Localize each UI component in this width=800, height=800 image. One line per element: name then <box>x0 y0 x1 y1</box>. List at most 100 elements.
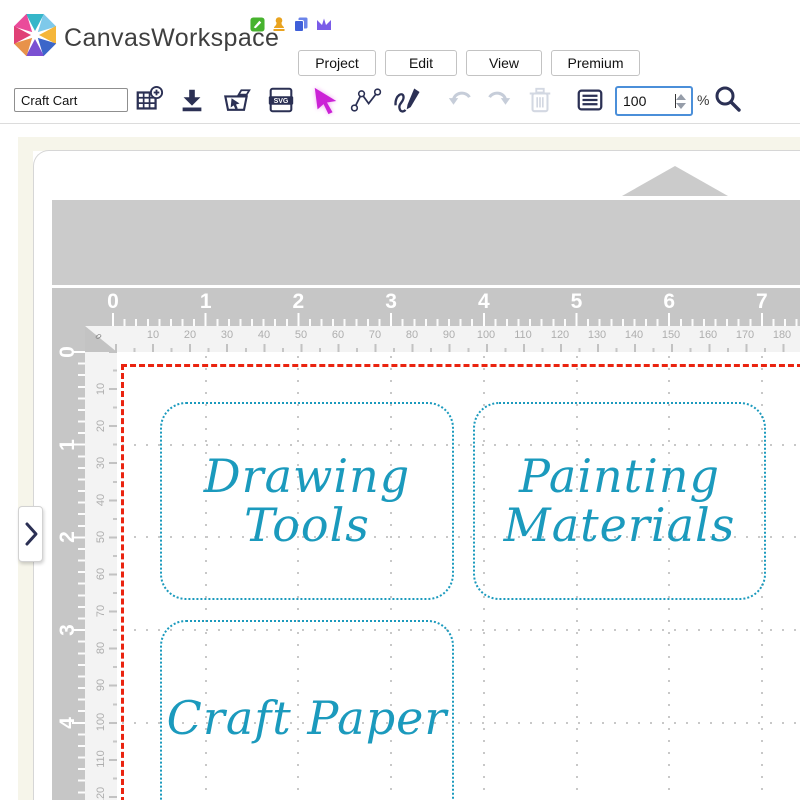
draw-path-button[interactable] <box>392 83 424 117</box>
v-ruler-mm-label: 70 <box>95 605 107 617</box>
h-ruler-mm-label: 80 <box>406 329 418 341</box>
h-ruler-mm-label: 60 <box>332 329 344 341</box>
h-ruler-mm-label: 170 <box>736 329 754 341</box>
stamp-badge-icon <box>271 16 287 32</box>
shape-label-card-painting-materials[interactable]: Painting Materials <box>473 402 766 600</box>
mat-direction-triangle-icon <box>622 166 728 196</box>
properties-list-icon <box>575 85 605 115</box>
h-ruler-mm-label: 160 <box>699 329 717 341</box>
zoom-search-button[interactable] <box>712 83 744 117</box>
shape-label-card-craft-paper[interactable]: Craft Paper <box>160 620 454 800</box>
v-ruler-inch-label: 0 <box>56 346 80 358</box>
tab-project[interactable]: Project <box>298 50 376 76</box>
h-ruler-inch-label: 3 <box>385 290 397 314</box>
mat-top-margin <box>52 200 800 285</box>
v-ruler-mm-label: 100 <box>95 713 107 731</box>
v-ruler-mm-label: 40 <box>95 494 107 506</box>
h-ruler-mm-label: 120 <box>551 329 569 341</box>
shape-label-card-drawing-tools[interactable]: Drawing Tools <box>160 402 454 600</box>
h-ruler-mm-label: 40 <box>258 329 270 341</box>
app-header: CanvasWorkspace Project Edit View <box>0 0 800 78</box>
v-ruler-inch-label: 1 <box>56 439 80 451</box>
horizontal-ruler-inches <box>52 288 800 326</box>
spinner-down-icon[interactable] <box>676 103 686 109</box>
zoom-search-icon <box>712 84 744 116</box>
h-ruler-mm-label: 150 <box>662 329 680 341</box>
zoom-value[interactable]: 100 <box>623 93 675 109</box>
zoom-spinner[interactable] <box>676 94 686 109</box>
v-ruler-mm-label: 60 <box>95 568 107 580</box>
node-edit-button[interactable] <box>350 83 382 117</box>
main-toolbar: SVG <box>0 78 800 124</box>
card-text-line: Painting <box>519 452 720 501</box>
download-icon <box>177 85 207 115</box>
design-canvas[interactable]: 0 01234567102030405060708090100110120130… <box>0 124 800 800</box>
card-text-line: Tools <box>244 501 370 550</box>
send-to-mat-button[interactable] <box>220 83 252 117</box>
h-ruler-mm-label: 130 <box>588 329 606 341</box>
undo-icon <box>446 85 476 115</box>
h-ruler-mm-label: 110 <box>514 329 532 341</box>
workspace-frame-top <box>18 137 800 151</box>
new-mat-button[interactable] <box>133 83 165 117</box>
h-ruler-inch-label: 5 <box>571 290 583 314</box>
tab-view[interactable]: View <box>466 50 542 76</box>
h-ruler-inch-label: 6 <box>663 290 675 314</box>
card-text-line: Craft Paper <box>167 694 448 743</box>
h-ruler-mm-label: 20 <box>184 329 196 341</box>
send-to-mat-icon <box>220 85 252 115</box>
delete-icon <box>526 85 554 115</box>
canvas-workspace-app: CanvasWorkspace Project Edit View <box>0 0 800 800</box>
new-mat-icon <box>134 85 164 115</box>
properties-list-button[interactable] <box>574 83 606 117</box>
h-ruler-inch-label: 7 <box>756 290 768 314</box>
svg-badge-label: SVG <box>274 98 289 105</box>
draw-path-icon <box>392 85 424 115</box>
tab-edit[interactable]: Edit <box>385 50 457 76</box>
ruler-origin-label: 0 <box>93 332 103 342</box>
h-ruler-inch-label: 2 <box>293 290 305 314</box>
svg-export-button[interactable]: SVG <box>265 83 297 117</box>
h-ruler-inch-label: 0 <box>107 290 119 314</box>
zoom-percent-label: % <box>697 92 709 108</box>
v-ruler-mm-label: 90 <box>95 679 107 691</box>
app-title: CanvasWorkspace <box>64 24 279 53</box>
delete-button[interactable] <box>524 83 556 117</box>
select-pointer-icon <box>311 85 341 115</box>
redo-icon <box>483 85 513 115</box>
h-ruler-mm-label: 50 <box>295 329 307 341</box>
v-ruler-inch-label: 3 <box>56 624 80 636</box>
note-badge-icon <box>250 17 265 32</box>
h-ruler-inch-label: 4 <box>478 290 490 314</box>
app-logo-icon <box>12 12 58 58</box>
chevron-right-icon <box>23 521 39 547</box>
v-ruler-mm-label: 80 <box>95 642 107 654</box>
h-ruler-mm-label: 100 <box>477 329 495 341</box>
side-panel-toggle-button[interactable] <box>18 506 43 562</box>
select-pointer-button[interactable] <box>310 83 342 117</box>
v-ruler-inch-label: 2 <box>56 532 80 544</box>
h-ruler-mm-label: 90 <box>443 329 455 341</box>
v-ruler-mm-label: 30 <box>95 457 107 469</box>
node-edit-icon <box>350 85 382 115</box>
undo-button[interactable] <box>445 83 477 117</box>
spinner-up-icon[interactable] <box>676 94 686 100</box>
v-ruler-mm-label: 110 <box>95 750 107 768</box>
v-ruler-inch-label: 4 <box>56 717 80 729</box>
card-text-line: Drawing <box>204 452 410 501</box>
redo-button[interactable] <box>482 83 514 117</box>
h-ruler-inch-label: 1 <box>200 290 212 314</box>
v-ruler-mm-label: 20 <box>95 420 107 432</box>
crown-badge-icon <box>315 17 333 32</box>
status-badges <box>250 16 333 32</box>
v-ruler-mm-label: 10 <box>95 383 107 395</box>
project-name-input[interactable] <box>14 88 128 112</box>
v-ruler-mm-label: 50 <box>95 531 107 543</box>
h-ruler-mm-label: 70 <box>369 329 381 341</box>
v-ruler-mm-label: 120 <box>95 787 107 800</box>
h-ruler-mm-label: 180 <box>773 329 791 341</box>
download-button[interactable] <box>176 83 208 117</box>
zoom-input-box[interactable]: 100 <box>615 86 693 116</box>
tab-premium[interactable]: Premium <box>551 50 640 76</box>
pages-badge-icon <box>293 16 309 32</box>
